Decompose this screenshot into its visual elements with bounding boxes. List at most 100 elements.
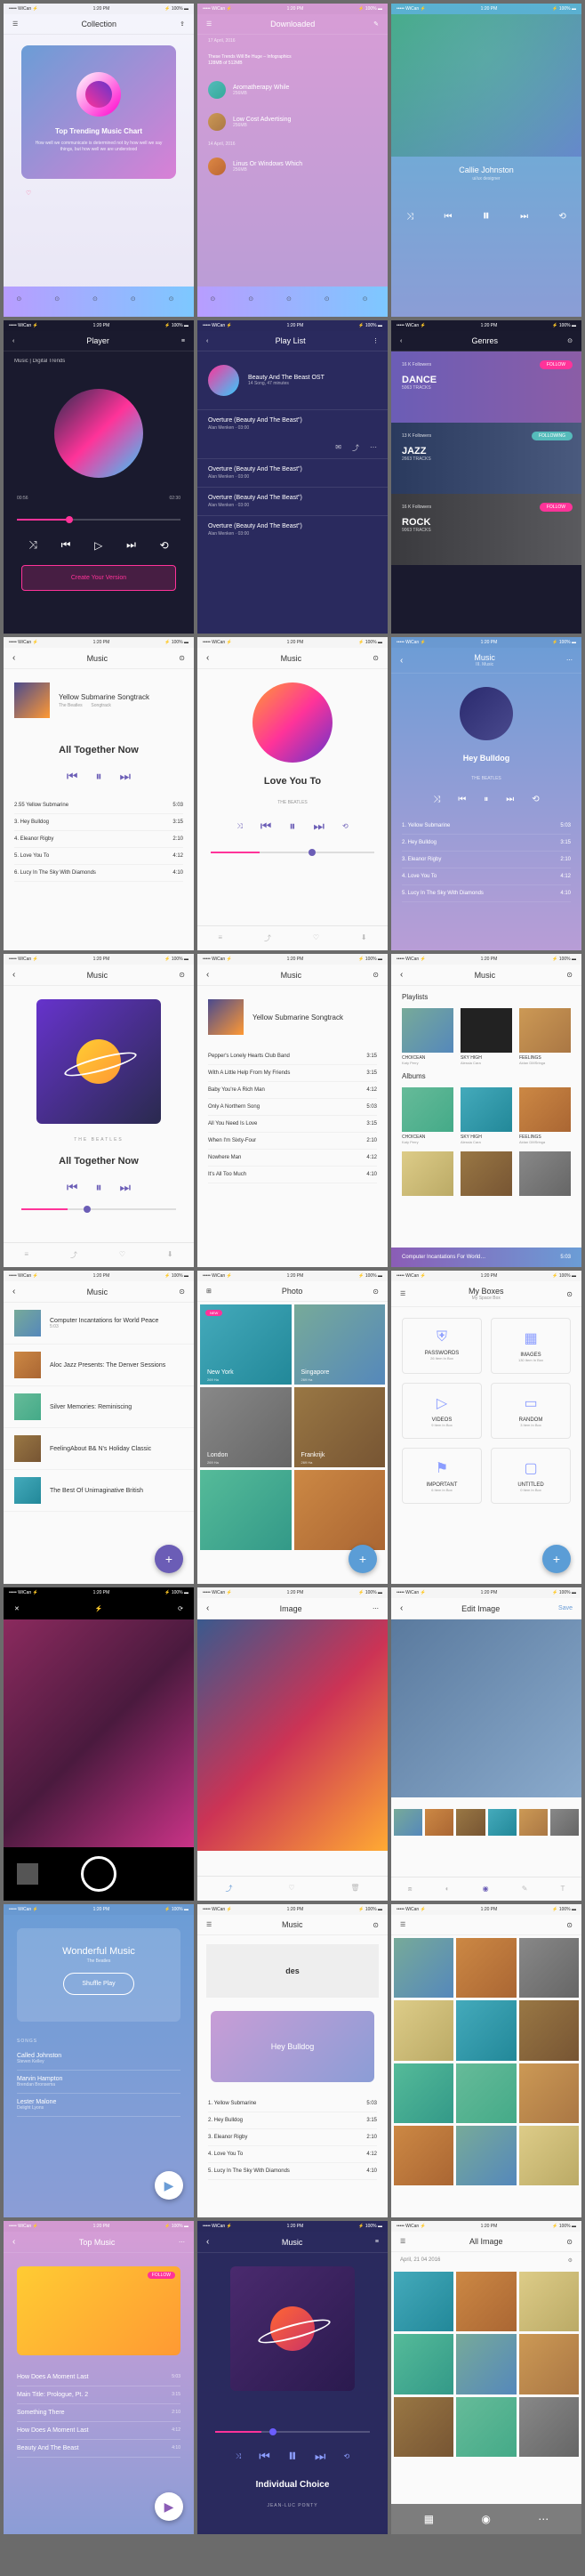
text-icon[interactable]: T	[561, 1885, 565, 1894]
search-icon[interactable]: ⊙	[373, 971, 379, 979]
heart-icon[interactable]: ♡	[26, 190, 194, 197]
shuffle-icon[interactable]: ⤨	[28, 538, 37, 552]
search-icon[interactable]: ⊙	[179, 1288, 185, 1296]
image-cell[interactable]	[394, 2126, 453, 2185]
image-cell[interactable]	[394, 2272, 453, 2331]
track-row[interactable]: When I'm Sixty-Four2:10	[208, 1133, 377, 1150]
share-icon[interactable]: ⤴	[352, 443, 359, 453]
download-item[interactable]: Linus Or Windows Which256MB	[197, 150, 388, 182]
photo-city[interactable]	[294, 1470, 386, 1550]
image-cell[interactable]	[456, 1938, 516, 1998]
track-row[interactable]: 2. Hey Bulldog3:15	[208, 2112, 377, 2129]
filter-option[interactable]	[456, 1809, 485, 1836]
image-cell[interactable]	[456, 2063, 516, 2123]
tab-music-icon[interactable]: ⊙	[92, 295, 105, 308]
tab-home-icon[interactable]: ⊙	[16, 295, 28, 308]
playlist-thumb[interactable]: CHOICEANKaty Perry	[402, 1008, 453, 1065]
create-version-button[interactable]: Create Your Version	[21, 565, 176, 591]
box-passwords[interactable]: ⛨PASSWORDS26 Item In Box	[402, 1318, 482, 1374]
next-icon[interactable]: ⏭	[313, 819, 325, 834]
track-row[interactable]: 3. Hey Bulldog3:15	[14, 814, 183, 831]
filter-option[interactable]	[488, 1809, 517, 1836]
grid-icon[interactable]: ⊞	[206, 1288, 212, 1295]
photo-city[interactable]: NEWNew York269 Ha	[200, 1304, 292, 1385]
follow-button[interactable]: FOLLOW	[540, 503, 573, 512]
search-icon[interactable]: ⊙	[566, 1290, 573, 1298]
repeat-icon[interactable]: ⟲	[160, 539, 169, 552]
flash-icon[interactable]: ⚡	[95, 1605, 103, 1612]
track-row[interactable]: Pepper's Lonely Hearts Club Band3:15	[208, 1048, 377, 1065]
image-cell[interactable]	[456, 2272, 516, 2331]
track-row[interactable]: Main Title: Prologue, Pt. 23:15	[17, 2386, 180, 2404]
track-row[interactable]: Overture (Beauty And The Beast")Alan Men…	[197, 515, 388, 544]
menu-icon[interactable]: ☰	[206, 1921, 212, 1928]
back-icon[interactable]: ‹	[206, 970, 209, 980]
edit-viewport[interactable]	[391, 1619, 581, 1797]
filter-option[interactable]	[394, 1809, 422, 1836]
track-row[interactable]: How Does A Moment Last4:12	[17, 2422, 180, 2440]
pause-icon[interactable]: ⏸	[96, 769, 102, 784]
search-icon[interactable]: ⊙	[179, 654, 185, 662]
track-row[interactable]: 4. Eleanor Rigby2:10	[14, 831, 183, 848]
image-cell[interactable]	[456, 2397, 516, 2457]
image-cell[interactable]	[519, 2063, 579, 2123]
image-cell[interactable]	[394, 1938, 453, 1998]
album-thumb[interactable]: SKY HIGHAlessia Cara	[461, 1087, 512, 1144]
image-cell[interactable]	[456, 2334, 516, 2394]
song-item[interactable]: Lester MaloneDelight Lyons	[17, 2094, 180, 2117]
filter-icon[interactable]: ◉	[483, 1885, 489, 1894]
featured-card[interactable]: FOLLOW	[17, 2266, 180, 2355]
progress-slider[interactable]	[21, 1208, 176, 1210]
draw-icon[interactable]: ✎	[522, 1885, 528, 1894]
menu-icon[interactable]: ☰	[12, 20, 18, 28]
box-random[interactable]: ▭RANDOM3 Item In Box	[491, 1383, 571, 1439]
back-icon[interactable]: ‹	[400, 656, 403, 666]
box-untitled[interactable]: ▢UNTITLED0 Item In Box	[491, 1448, 571, 1504]
pause-icon[interactable]: ⏸	[483, 208, 490, 224]
search-icon[interactable]: ⊙	[566, 2238, 573, 2246]
search-icon[interactable]: ⊙	[566, 971, 573, 979]
album-item[interactable]: The Best Of Unimaginative British	[4, 1470, 194, 1512]
tab-profile-icon[interactable]: ⊙	[169, 295, 181, 308]
more-icon[interactable]: ⋯	[179, 2239, 185, 2246]
repeat-icon[interactable]: ⟲	[342, 822, 349, 830]
image-view[interactable]	[197, 1619, 388, 1851]
track-row[interactable]: 3. Eleanor Rigby2:10	[402, 852, 571, 868]
switch-camera-icon[interactable]: ⟳	[178, 1605, 183, 1612]
track-row[interactable]: Overture (Beauty And The Beast")Alan Men…	[197, 487, 388, 515]
back-icon[interactable]: ‹	[206, 1603, 209, 1613]
image-cell[interactable]	[394, 2063, 453, 2123]
crop-icon[interactable]: ⧈	[408, 1885, 413, 1894]
back-icon[interactable]: ‹	[12, 970, 15, 980]
box-important[interactable]: ⚑IMPORTANT6 Item In Box	[402, 1448, 482, 1504]
filter-icon[interactable]: ⚙	[568, 2257, 573, 2264]
last-photo-thumb[interactable]	[17, 1863, 38, 1885]
back-icon[interactable]: ‹	[206, 653, 209, 663]
progress-slider[interactable]	[215, 2431, 370, 2433]
filter-option[interactable]	[425, 1809, 453, 1836]
back-icon[interactable]: ‹	[400, 1603, 403, 1613]
menu-icon[interactable]: ☰	[400, 2238, 405, 2245]
back-icon[interactable]: ‹	[12, 1287, 15, 1296]
tab-heart-icon[interactable]: ⊙	[131, 295, 143, 308]
adjust-icon[interactable]: ◐	[445, 1885, 450, 1894]
album-item[interactable]: Aloc Jazz Presents: The Denver Sessions	[4, 1345, 194, 1386]
search-icon[interactable]: ⊙	[179, 971, 185, 979]
box-videos[interactable]: ▷VIDEOS9 Item In Box	[402, 1383, 482, 1439]
fab-add[interactable]: +	[349, 1545, 377, 1573]
track-row[interactable]: It's All Too Much4:10	[208, 1167, 377, 1183]
track-row[interactable]: Something There2:10	[17, 2404, 180, 2422]
next-icon[interactable]: ⏭	[520, 212, 528, 222]
filter-option[interactable]	[519, 1809, 548, 1836]
track-row[interactable]: Overture (Beauty And The Beast")Alan Men…	[197, 458, 388, 487]
shuffle-icon[interactable]: ⤨	[236, 822, 242, 831]
track-row[interactable]: 4. Love You To4:12	[208, 2146, 377, 2163]
image-cell[interactable]	[394, 2334, 453, 2394]
download-item[interactable]: Aromatherapy While256MB	[197, 74, 388, 106]
save-button[interactable]: Save	[558, 1605, 573, 1611]
share-icon[interactable]: ⇪	[180, 20, 185, 28]
menu-icon[interactable]: ☰	[206, 20, 212, 28]
image-cell[interactable]	[519, 2000, 579, 2060]
progress-slider[interactable]	[17, 519, 180, 521]
track-row[interactable]: 5. Lucy In The Sky With Diamonds4:10	[208, 2163, 377, 2180]
